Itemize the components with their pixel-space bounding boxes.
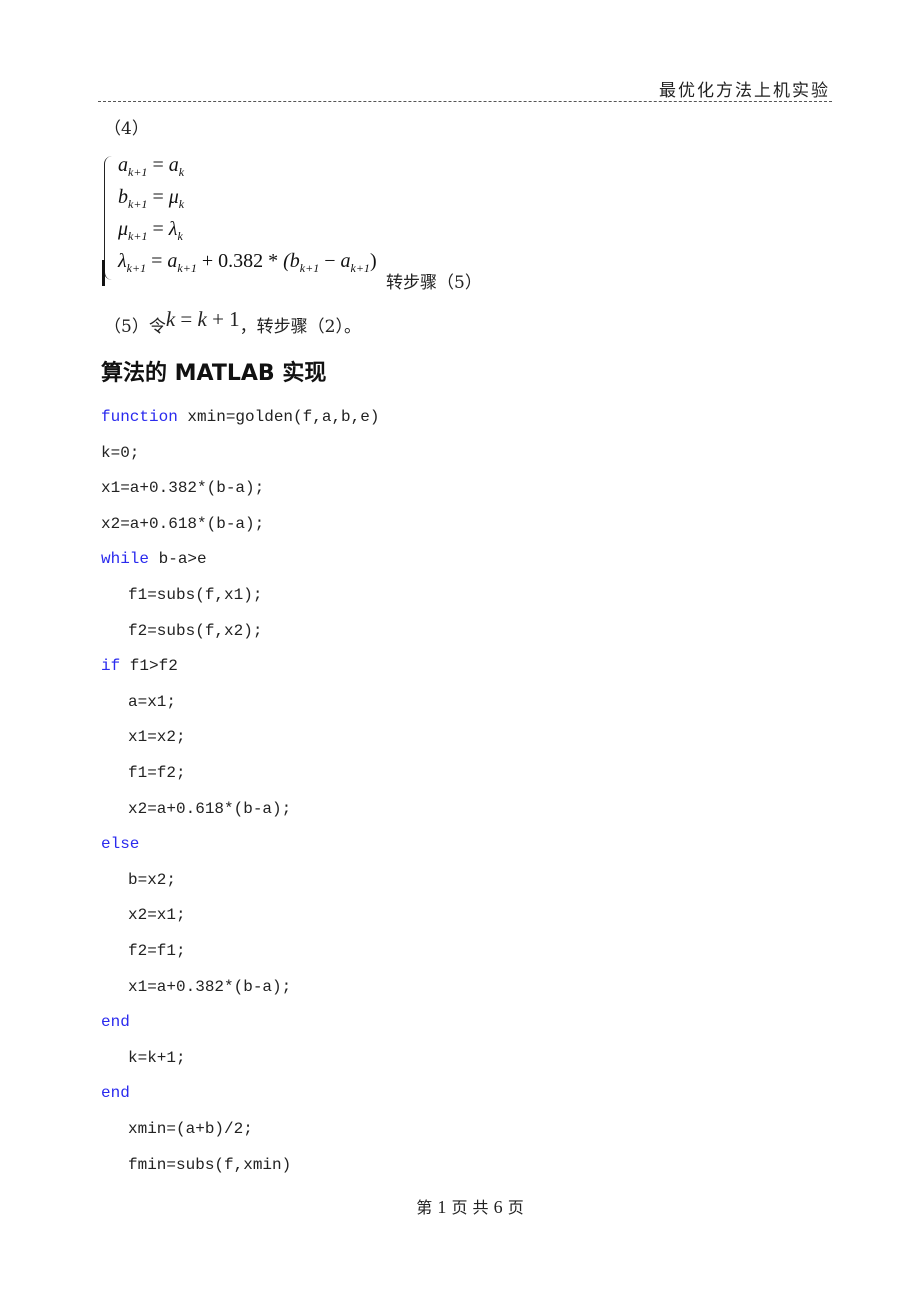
code-text: x2=a+0.618*(b-a); xyxy=(101,514,265,533)
code-keyword: while xyxy=(101,550,150,569)
document-page: 最优化方法上机实验 （4） ak+1 = ak bk+1 = μk μk+1 =… xyxy=(0,0,920,1300)
code-text: k=0; xyxy=(101,443,140,462)
code-text: f1>f2 xyxy=(120,657,178,676)
code-keyword: if xyxy=(101,657,121,676)
code-text: x2=a+0.618*(b-a); xyxy=(128,799,292,818)
step-4-label: （4） xyxy=(104,119,149,139)
step-5-math: k = k + 1 xyxy=(165,307,240,331)
code-text: b-a>e xyxy=(149,550,207,569)
left-brace xyxy=(104,156,115,280)
total-page-count: 6 xyxy=(493,1197,503,1217)
code-line: end xyxy=(101,1013,130,1031)
page-footer: 第 1 页 共 6 页 xyxy=(416,1197,524,1217)
code-line: x1=x2; xyxy=(128,728,186,746)
header-divider xyxy=(98,101,832,102)
code-text: f1=subs(f,x1); xyxy=(128,586,263,604)
code-line: else xyxy=(101,835,139,853)
update-formula-system: ak+1 = ak bk+1 = μk μk+1 = λk λk+1 = ak+… xyxy=(102,152,392,288)
code-text: b=x2; xyxy=(128,870,177,889)
code-line: x1=a+0.382*(b-a); xyxy=(101,479,264,497)
code-line: b=x2; xyxy=(128,871,176,889)
code-line: fmin=subs(f,xmin) xyxy=(128,1156,291,1174)
equation-a: ak+1 = ak xyxy=(118,154,185,179)
code-text: fmin=subs(f,xmin) xyxy=(128,1155,292,1174)
code-line: x2=x1; xyxy=(128,906,186,924)
equation-b: bk+1 = μk xyxy=(118,186,185,211)
code-line: x2=a+0.618*(b-a); xyxy=(101,515,264,533)
code-keyword: end xyxy=(101,1084,130,1103)
code-line: while b-a>e xyxy=(101,550,207,568)
code-keyword: end xyxy=(101,1013,130,1032)
code-line: x1=a+0.382*(b-a); xyxy=(128,978,291,996)
text-cursor xyxy=(102,260,105,286)
equation-lambda: λk+1 = ak+1 + 0.382 * (bk+1 − ak+1) xyxy=(118,250,377,275)
step-5-prefix: （5）令 xyxy=(104,317,166,337)
code-line: k=0; xyxy=(101,444,139,462)
code-text: xmin=(a+b)/2; xyxy=(128,1120,253,1138)
code-text: x1=a+0.382*(b-a); xyxy=(128,977,292,996)
code-text: f1=f2; xyxy=(128,764,186,782)
code-text: a=x1; xyxy=(128,692,177,711)
code-line: f1=subs(f,x1); xyxy=(128,586,262,604)
code-line: end xyxy=(101,1084,130,1102)
code-line: k=k+1; xyxy=(128,1049,186,1067)
code-text: f2=subs(f,x2); xyxy=(128,621,263,640)
code-line: if f1>f2 xyxy=(101,657,178,675)
code-text: f2=f1; xyxy=(128,942,186,960)
code-text: x2=x1; xyxy=(128,906,186,925)
code-text: xmin=golden(f,a,b,e) xyxy=(177,408,380,426)
code-line: function xmin=golden(f,a,b,e) xyxy=(101,408,379,426)
code-line: xmin=(a+b)/2; xyxy=(128,1120,253,1138)
code-line: f2=f1; xyxy=(128,942,186,960)
running-header-title: 最优化方法上机实验 xyxy=(659,81,830,101)
equation-mu: μk+1 = λk xyxy=(118,218,183,243)
code-line: a=x1; xyxy=(128,693,176,711)
code-keyword: function xyxy=(101,408,178,426)
step-5-paragraph: （5）令k = k + 1，转步骤（2）。 xyxy=(104,307,361,338)
code-line: f1=f2; xyxy=(128,764,186,782)
code-keyword: else xyxy=(101,835,140,854)
section-heading: 算法的 MATLAB 实现 xyxy=(101,361,327,386)
code-line: x2=a+0.618*(b-a); xyxy=(128,800,291,818)
goto-step-5-text: 转步骤（5） xyxy=(386,273,482,293)
code-text: k=k+1; xyxy=(128,1048,186,1067)
code-text: x1=x2; xyxy=(128,728,186,747)
code-text: x1=a+0.382*(b-a); xyxy=(101,479,265,498)
step-5-suffix: ，转步骤（2）。 xyxy=(239,317,361,337)
code-line: f2=subs(f,x2); xyxy=(128,622,262,640)
current-page-number: 1 xyxy=(437,1197,447,1217)
